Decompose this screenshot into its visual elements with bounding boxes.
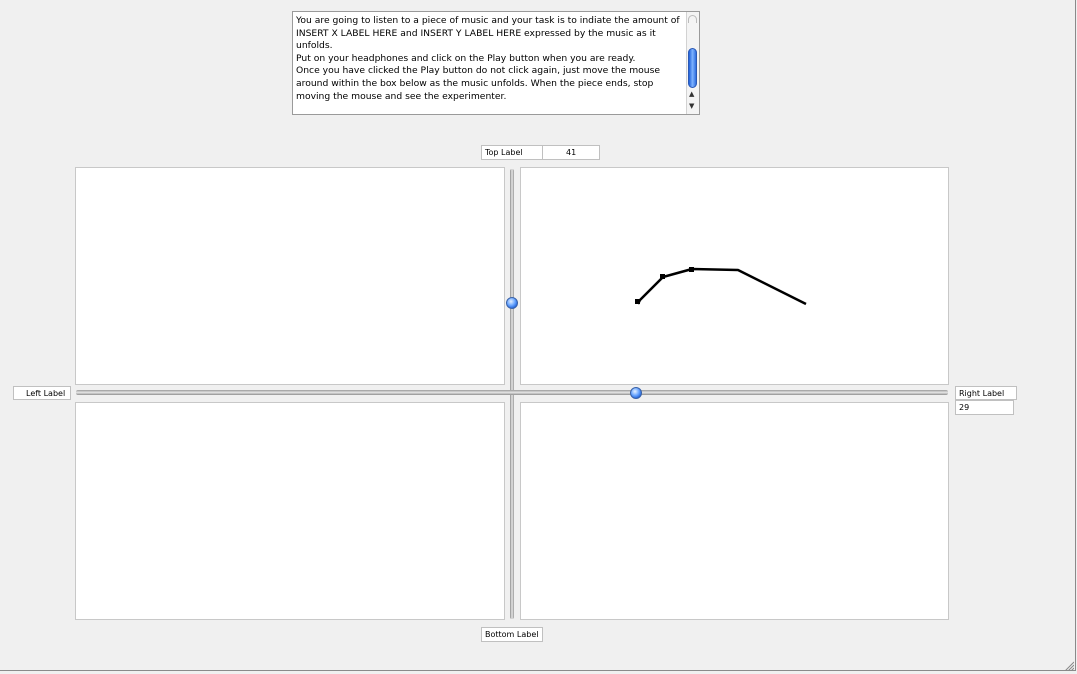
trace-point [635,299,640,304]
mouse-trace-canvas [635,267,807,306]
right-label: Right Label [955,386,1017,400]
left-label: Left Label [13,386,71,400]
bottom-label: Bottom Label [481,627,543,642]
right-value-field: 29 [955,400,1014,415]
resize-grip-icon[interactable] [1064,661,1074,671]
trace-point [689,267,694,272]
trace-point [660,274,665,279]
